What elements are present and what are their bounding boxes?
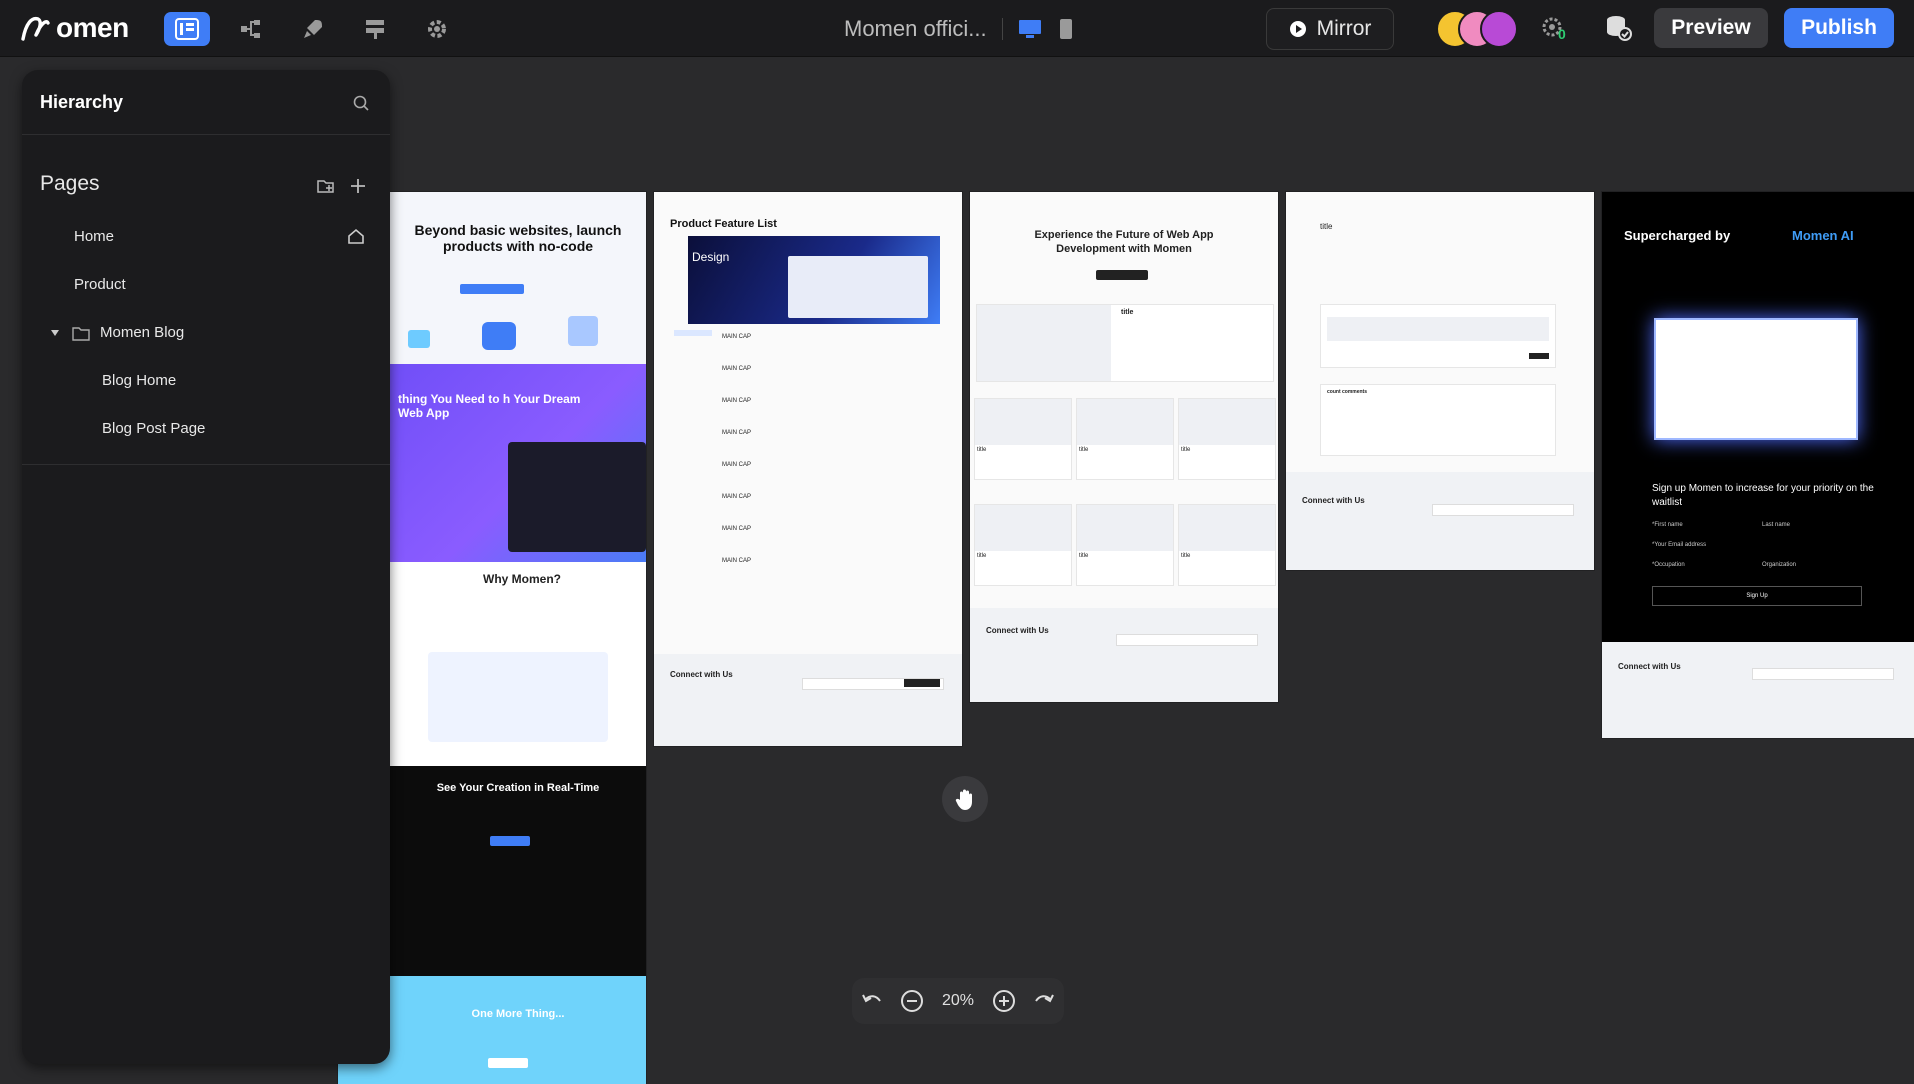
page-item-blog-post[interactable]: Blog Post Page bbox=[102, 420, 205, 437]
blog-connect-heading: Connect with Us bbox=[986, 626, 1049, 635]
zoom-controls: 20% bbox=[852, 978, 1064, 1024]
undo-icon[interactable] bbox=[861, 992, 883, 1010]
rocket-icon bbox=[304, 20, 322, 38]
blog-card: title bbox=[1076, 398, 1174, 480]
ai-heading-accent: Momen AI bbox=[1792, 228, 1854, 243]
momen-logo-mark-icon bbox=[21, 16, 50, 41]
post-comments-list: count comments bbox=[1320, 384, 1556, 456]
home-realtime-heading: See Your Creation in Real-Time bbox=[436, 782, 600, 794]
zoom-in-icon[interactable] bbox=[992, 989, 1016, 1013]
home-icon bbox=[348, 228, 364, 244]
actions-button[interactable] bbox=[290, 12, 336, 46]
page-item-home[interactable]: Home bbox=[74, 228, 114, 245]
folder-icon bbox=[72, 327, 90, 341]
home-app-screenshot bbox=[508, 442, 646, 552]
blog-featured-card: title bbox=[976, 304, 1274, 382]
components-button[interactable] bbox=[352, 12, 398, 46]
home-more-heading: One More Thing... bbox=[471, 1008, 565, 1020]
publish-button[interactable]: Publish bbox=[1784, 8, 1894, 48]
post-connect-heading: Connect with Us bbox=[1302, 496, 1365, 505]
product-title: Product Feature List bbox=[670, 218, 777, 230]
page-folder-momen-blog[interactable]: Momen Blog bbox=[100, 324, 184, 341]
product-hero-banner: Design bbox=[688, 236, 940, 324]
mobile-icon[interactable] bbox=[1054, 18, 1078, 40]
mirror-label: Mirror bbox=[1316, 17, 1372, 40]
search-icon[interactable] bbox=[352, 94, 370, 112]
home-cta-button bbox=[460, 284, 524, 294]
badge-count: 0 bbox=[1558, 26, 1566, 42]
product-page-thumbnail[interactable]: Product Feature List Design MAIN CAP MAI… bbox=[654, 192, 962, 746]
play-icon bbox=[1289, 21, 1306, 37]
page-item-blog-home[interactable]: Blog Home bbox=[102, 372, 176, 389]
ai-screen-illustration bbox=[1654, 318, 1858, 440]
post-title: title bbox=[1320, 222, 1333, 231]
ai-heading: Supercharged by bbox=[1624, 228, 1731, 243]
add-folder-icon[interactable] bbox=[316, 176, 336, 196]
product-connect-heading: Connect with Us bbox=[670, 670, 733, 679]
zoom-level: 20% bbox=[941, 992, 975, 1009]
avatar bbox=[1480, 10, 1518, 48]
gear-icon bbox=[428, 20, 446, 38]
logo-wordmark: omen bbox=[56, 12, 129, 43]
blog-home-thumbnail[interactable]: Experience the Future of Web App Develop… bbox=[970, 192, 1278, 702]
home-realtime-button bbox=[490, 836, 530, 846]
ai-connect-heading: Connect with Us bbox=[1618, 662, 1681, 671]
home-hero-heading: Beyond basic websites, launch products w… bbox=[414, 222, 622, 254]
blog-card: title bbox=[974, 398, 1072, 480]
redo-icon[interactable] bbox=[1033, 992, 1055, 1010]
pages-panel-button[interactable] bbox=[164, 12, 210, 46]
home-why-illustration bbox=[428, 652, 608, 742]
page-item-product[interactable]: Product bbox=[74, 276, 126, 293]
blog-post-thumbnail[interactable]: title count comments Connect with Us bbox=[1286, 192, 1594, 570]
collaborator-avatars[interactable] bbox=[1436, 10, 1518, 48]
product-design-label: Design bbox=[692, 250, 730, 264]
post-comment-box bbox=[1320, 304, 1556, 368]
momen-ai-thumbnail[interactable]: Supercharged by Momen AI Sign up Momen t… bbox=[1602, 192, 1914, 738]
device-separator bbox=[1002, 18, 1003, 40]
top-toolbar: omen Momen offici... Mirror 0 Preview Pu… bbox=[0, 0, 1914, 57]
blog-hero-button bbox=[1096, 270, 1148, 280]
settings-button[interactable] bbox=[414, 12, 460, 46]
hierarchy-panel: Hierarchy Pages Home Product Momen Blog … bbox=[22, 70, 390, 1064]
signpost-icon bbox=[366, 20, 384, 39]
ai-signup-button: Sign Up bbox=[1652, 586, 1862, 606]
divider bbox=[22, 134, 390, 135]
blog-card: title bbox=[974, 504, 1072, 586]
blog-card: title bbox=[1178, 504, 1276, 586]
desktop-icon[interactable] bbox=[1018, 18, 1042, 40]
hand-icon bbox=[955, 789, 972, 810]
debug-button[interactable]: 0 bbox=[1540, 14, 1574, 46]
database-button[interactable] bbox=[1604, 14, 1636, 46]
database-check-icon bbox=[1607, 16, 1632, 41]
home-more-button bbox=[488, 1058, 528, 1068]
ai-signup-heading: Sign up Momen to increase for your prior… bbox=[1652, 483, 1874, 508]
home-hero-illustration bbox=[398, 312, 618, 358]
layout-icon bbox=[175, 18, 199, 40]
hierarchy-title: Hierarchy bbox=[40, 92, 124, 112]
momen-logo[interactable]: omen bbox=[20, 8, 129, 48]
data-model-button[interactable] bbox=[228, 12, 274, 46]
blog-card: title bbox=[1178, 398, 1276, 480]
mirror-button[interactable]: Mirror bbox=[1266, 8, 1394, 50]
blog-hero-heading: Experience the Future of Web App Develop… bbox=[1034, 229, 1214, 255]
zoom-out-icon[interactable] bbox=[900, 989, 924, 1013]
tree-icon bbox=[241, 20, 260, 38]
pages-heading: Pages bbox=[40, 172, 100, 195]
project-title[interactable]: Momen offici... bbox=[844, 16, 987, 42]
divider bbox=[22, 464, 390, 465]
product-sidebar-active bbox=[674, 330, 712, 336]
hand-tool-button[interactable] bbox=[942, 776, 988, 822]
add-page-icon[interactable] bbox=[348, 176, 368, 196]
preview-button[interactable]: Preview bbox=[1654, 8, 1768, 48]
caret-down-icon[interactable] bbox=[50, 328, 60, 338]
blog-card: title bbox=[1076, 504, 1174, 586]
home-section2-heading: thing You Need to h Your Dream Web App bbox=[398, 392, 581, 420]
